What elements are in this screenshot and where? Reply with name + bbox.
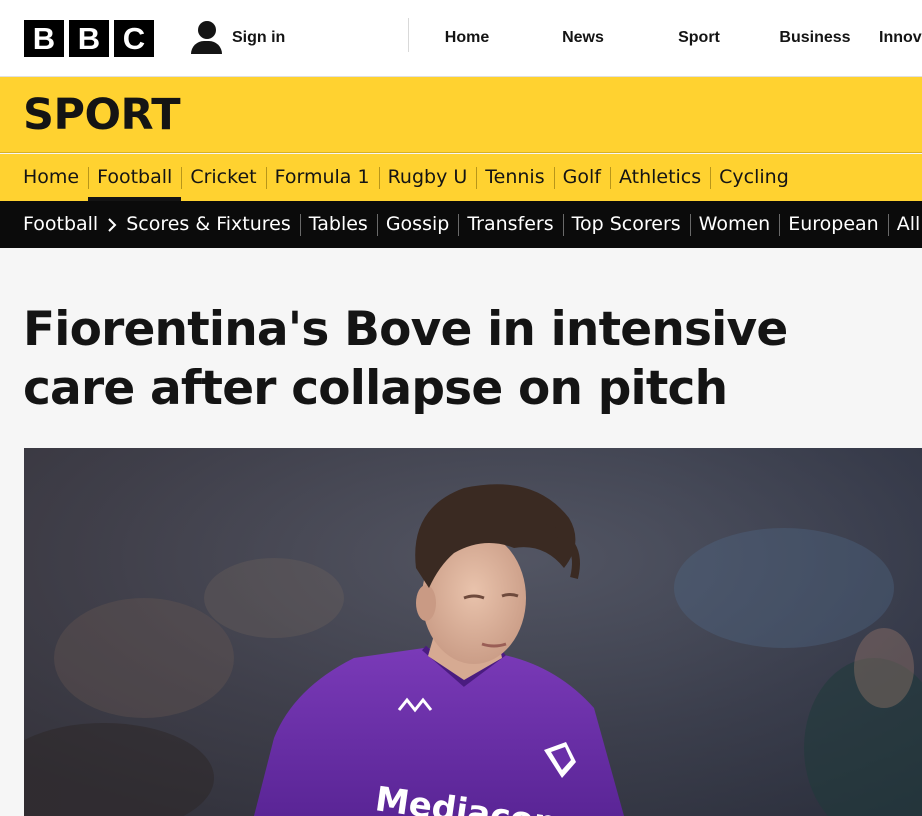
section-cricket[interactable]: Cricket <box>181 154 265 201</box>
global-nav-innovation[interactable]: Innovation <box>873 0 922 76</box>
subnav-football-root[interactable]: Football <box>14 201 107 248</box>
bbc-logo-block-1: B <box>24 20 64 57</box>
section-athletics[interactable]: Athletics <box>609 154 710 201</box>
bbc-logo-block-2: B <box>69 20 109 57</box>
section-tennis[interactable]: Tennis <box>476 154 553 201</box>
article-headline: Fiorentina's Bove in intensive care afte… <box>23 302 788 416</box>
bbc-logo-block-3: C <box>114 20 154 57</box>
subnav-gossip[interactable]: Gossip <box>376 201 459 248</box>
global-nav-business[interactable]: Business <box>757 0 873 76</box>
global-nav-news[interactable]: News <box>525 0 641 76</box>
section-formula-1[interactable]: Formula 1 <box>265 154 379 201</box>
global-nav-home[interactable]: Home <box>409 0 525 76</box>
global-header: B B C Sign in Home News Sport Business I… <box>0 0 922 77</box>
bbc-logo[interactable]: B B C <box>24 20 154 57</box>
subnav-tables[interactable]: Tables <box>299 201 377 248</box>
football-sub-nav: Football Scores & Fixtures Tables Gossip… <box>0 201 922 248</box>
subnav-transfers[interactable]: Transfers <box>458 201 562 248</box>
global-nav: Home News Sport Business Innovation <box>409 0 922 76</box>
subnav-european[interactable]: European <box>779 201 888 248</box>
subnav-scores-fixtures[interactable]: Scores & Fixtures <box>117 201 300 248</box>
subnav-top-scorers[interactable]: Top Scorers <box>562 201 690 248</box>
subnav-all[interactable]: All <box>887 201 922 248</box>
global-nav-sport[interactable]: Sport <box>641 0 757 76</box>
section-golf[interactable]: Golf <box>553 154 610 201</box>
sign-in-label: Sign in <box>232 29 286 46</box>
chevron-right-icon <box>107 201 117 248</box>
subnav-women[interactable]: Women <box>689 201 780 248</box>
section-cycling[interactable]: Cycling <box>710 154 798 201</box>
section-home[interactable]: Home <box>14 154 88 201</box>
section-rugby-union[interactable]: Rugby U <box>378 154 477 201</box>
user-icon <box>190 21 222 55</box>
sport-title[interactable]: SPORT <box>23 90 181 140</box>
sport-section-nav: Home Football Cricket Formula 1 Rugby U … <box>0 154 922 201</box>
player-photo: Mediacom <box>24 448 922 816</box>
section-football[interactable]: Football <box>88 154 182 201</box>
sign-in-button[interactable]: Sign in <box>190 20 285 56</box>
article-hero-image: Mediacom <box>24 448 922 816</box>
